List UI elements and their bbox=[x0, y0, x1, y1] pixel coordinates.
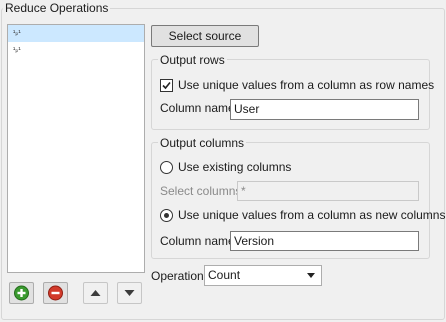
use-unique-new-columns-label[interactable]: Use unique values from a column as new c… bbox=[178, 208, 445, 223]
use-unique-row-names-checkbox[interactable] bbox=[160, 79, 173, 92]
chevron-down-icon bbox=[307, 273, 315, 278]
column-column-name-field[interactable]: Version bbox=[230, 231, 419, 251]
minus-icon bbox=[48, 285, 63, 301]
operation-dropdown[interactable]: Count bbox=[204, 265, 322, 286]
plus-icon bbox=[14, 285, 29, 301]
output-rows-title: Output rows bbox=[158, 53, 227, 67]
select-columns-field[interactable]: * bbox=[237, 181, 419, 201]
add-operation-button[interactable] bbox=[9, 282, 34, 304]
operation-value: Count bbox=[208, 268, 241, 282]
arrow-up-icon bbox=[90, 290, 101, 296]
reduce-operations-title: Reduce Operations bbox=[3, 1, 111, 15]
remove-operation-button[interactable] bbox=[43, 282, 68, 304]
radio-selected-dot bbox=[164, 213, 169, 218]
move-up-button[interactable] bbox=[83, 282, 108, 304]
checkmark-icon bbox=[162, 81, 171, 90]
operation-label: Operation bbox=[151, 269, 204, 283]
use-existing-columns-label[interactable]: Use existing columns bbox=[178, 160, 291, 175]
use-unique-row-names-label[interactable]: Use unique values from a column as row n… bbox=[178, 78, 434, 93]
select-source-rows-button[interactable]: Select source rows... bbox=[151, 25, 259, 63]
use-unique-new-columns-radio[interactable] bbox=[160, 209, 173, 222]
list-item[interactable]: ¹ₚ¹ bbox=[8, 25, 144, 42]
arrow-down-icon bbox=[124, 290, 135, 296]
move-down-button[interactable] bbox=[117, 282, 142, 304]
use-existing-columns-radio[interactable] bbox=[160, 161, 173, 174]
operations-list[interactable]: ¹ₚ¹ ¹ₚ¹ bbox=[7, 24, 145, 273]
row-column-name-label: Column name bbox=[160, 101, 235, 115]
output-columns-title: Output columns bbox=[158, 136, 247, 150]
column-column-name-label: Column name bbox=[160, 234, 235, 248]
row-column-name-field[interactable]: User bbox=[230, 99, 419, 120]
select-columns-label: Select columns bbox=[160, 184, 242, 198]
list-item[interactable]: ¹ₚ¹ bbox=[8, 42, 144, 59]
